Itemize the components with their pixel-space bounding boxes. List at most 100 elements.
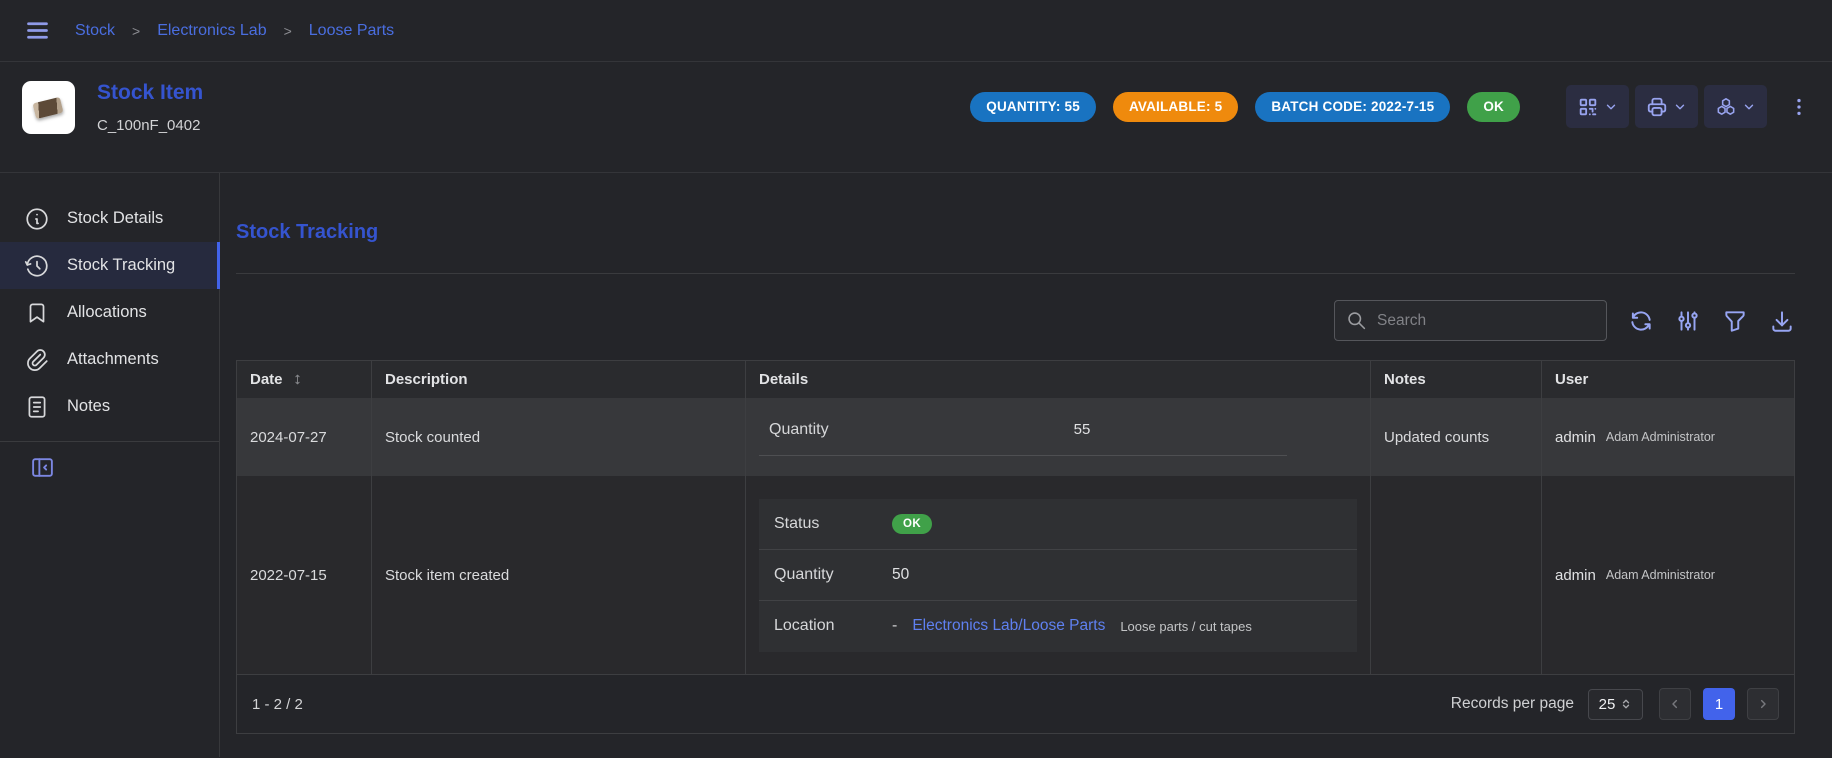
chevron-right-icon bbox=[1755, 696, 1771, 712]
status-ok-badge: OK bbox=[892, 514, 932, 534]
sidebar-item-label: Notes bbox=[67, 397, 110, 416]
main-panel: Stock Tracking bbox=[220, 173, 1832, 757]
search-box bbox=[1334, 300, 1607, 341]
sidebar-item-attachments[interactable]: Attachments bbox=[0, 336, 219, 383]
table-header-row: Date Description Details Notes User bbox=[237, 361, 1794, 398]
search-input[interactable] bbox=[1377, 312, 1595, 330]
cell-user: admin Adam Administrator bbox=[1541, 398, 1794, 476]
cell-date: 2022-07-15 bbox=[237, 476, 371, 674]
available-badge: AVAILABLE: 5 bbox=[1113, 92, 1238, 122]
table-toolbar bbox=[236, 300, 1795, 341]
sidebar-item-label: Attachments bbox=[67, 350, 159, 369]
quantity-badge: QUANTITY: 55 bbox=[970, 92, 1096, 122]
download-icon[interactable] bbox=[1769, 308, 1795, 334]
column-header-details: Details bbox=[745, 361, 1370, 398]
hamburger-menu-icon[interactable] bbox=[24, 17, 51, 44]
records-per-page-label: Records per page bbox=[1451, 695, 1574, 713]
pagination: 1 bbox=[1659, 688, 1779, 720]
detail-entry: Quantity 55 bbox=[759, 404, 1287, 456]
printer-icon bbox=[1646, 96, 1668, 118]
sidebar-item-label: Allocations bbox=[67, 303, 147, 322]
cell-description: Stock item created bbox=[371, 476, 745, 674]
cell-user: admin Adam Administrator bbox=[1541, 476, 1794, 674]
stock-actions-button[interactable] bbox=[1704, 85, 1767, 128]
column-header-description: Description bbox=[371, 361, 745, 398]
dash-text: - bbox=[892, 617, 897, 635]
header-actions bbox=[1566, 85, 1810, 128]
filter-icon[interactable] bbox=[1722, 308, 1748, 334]
page-1-button[interactable]: 1 bbox=[1703, 688, 1735, 720]
cell-description: Stock counted bbox=[371, 398, 745, 476]
barcode-actions-button[interactable] bbox=[1566, 85, 1629, 128]
notes-icon bbox=[24, 394, 50, 420]
user-fullname: Adam Administrator bbox=[1606, 430, 1715, 444]
detail-entry-quantity: Quantity 50 bbox=[759, 550, 1357, 601]
more-options-icon[interactable] bbox=[1788, 96, 1810, 118]
column-header-notes: Notes bbox=[1370, 361, 1541, 398]
refresh-icon[interactable] bbox=[1628, 308, 1654, 334]
detail-entry-location: Location - Electronics Lab/Loose Parts L… bbox=[759, 601, 1357, 652]
breadcrumb-loose-parts[interactable]: Loose Parts bbox=[309, 22, 394, 40]
topbar: Stock > Electronics Lab > Loose Parts bbox=[0, 0, 1832, 62]
paperclip-icon bbox=[24, 347, 50, 373]
table-row[interactable]: 2024-07-27 Stock counted Quantity 55 Upd… bbox=[237, 398, 1794, 476]
table-row[interactable]: 2022-07-15 Stock item created Status OK … bbox=[237, 476, 1794, 674]
chevron-down-icon bbox=[1673, 100, 1687, 114]
status-badges: QUANTITY: 55 AVAILABLE: 5 BATCH CODE: 20… bbox=[970, 92, 1520, 122]
info-circle-icon bbox=[24, 206, 50, 232]
sidebar-item-stock-tracking[interactable]: Stock Tracking bbox=[0, 242, 219, 289]
qrcode-icon bbox=[1577, 96, 1599, 118]
stock-tracking-table: Date Description Details Notes User 2024… bbox=[236, 360, 1795, 734]
bookmark-icon bbox=[24, 300, 50, 326]
location-description: Loose parts / cut tapes bbox=[1120, 619, 1252, 634]
detail-label: Quantity bbox=[759, 421, 877, 439]
table-footer: 1 - 2 / 2 Records per page 25 bbox=[237, 674, 1794, 733]
table-settings-icon[interactable] bbox=[1675, 308, 1701, 334]
page-title: Stock Item bbox=[97, 81, 203, 105]
sidebar-item-notes[interactable]: Notes bbox=[0, 383, 219, 430]
chevron-down-icon bbox=[1604, 100, 1618, 114]
page-size-select[interactable]: 25 bbox=[1588, 689, 1643, 720]
detail-value: 55 bbox=[877, 421, 1287, 438]
section-divider bbox=[236, 273, 1795, 274]
user-fullname: Adam Administrator bbox=[1606, 568, 1715, 582]
part-thumbnail[interactable] bbox=[22, 81, 75, 134]
item-summary: Stock Item C_100nF_0402 bbox=[22, 81, 203, 134]
column-header-user: User bbox=[1541, 361, 1794, 398]
breadcrumb-separator: > bbox=[132, 23, 140, 39]
previous-page-button[interactable] bbox=[1659, 688, 1691, 720]
sidebar-item-stock-details[interactable]: Stock Details bbox=[0, 195, 219, 242]
username: admin bbox=[1555, 429, 1596, 446]
column-header-date[interactable]: Date bbox=[237, 361, 371, 398]
sidebar-item-label: Stock Details bbox=[67, 209, 163, 228]
detail-label: Location bbox=[774, 617, 892, 635]
select-chevrons-icon bbox=[1620, 698, 1632, 710]
chevron-down-icon bbox=[1742, 100, 1756, 114]
sidebar-collapse-icon bbox=[30, 455, 219, 480]
page-header: Stock Item C_100nF_0402 QUANTITY: 55 AVA… bbox=[0, 62, 1832, 173]
sidebar-item-allocations[interactable]: Allocations bbox=[0, 289, 219, 336]
capacitor-image bbox=[32, 97, 63, 119]
section-title: Stock Tracking bbox=[236, 221, 1795, 244]
chevron-left-icon bbox=[1667, 696, 1683, 712]
location-link[interactable]: Electronics Lab/Loose Parts bbox=[912, 617, 1105, 635]
sort-icon bbox=[290, 372, 305, 387]
cell-notes: Updated counts bbox=[1370, 398, 1541, 476]
cell-details: Quantity 55 bbox=[745, 398, 1370, 476]
collapse-sidebar-button[interactable] bbox=[0, 455, 219, 480]
next-page-button[interactable] bbox=[1747, 688, 1779, 720]
sidebar-item-label: Stock Tracking bbox=[67, 256, 175, 275]
search-icon bbox=[1346, 310, 1367, 331]
print-actions-button[interactable] bbox=[1635, 85, 1698, 128]
breadcrumb-separator: > bbox=[284, 23, 292, 39]
breadcrumb-electronics-lab[interactable]: Electronics Lab bbox=[157, 22, 266, 40]
detail-label: Status bbox=[774, 515, 892, 533]
part-name: C_100nF_0402 bbox=[97, 117, 203, 134]
breadcrumb: Stock > Electronics Lab > Loose Parts bbox=[75, 22, 394, 40]
detail-value: 50 bbox=[892, 566, 909, 584]
breadcrumb-stock[interactable]: Stock bbox=[75, 22, 115, 40]
detail-label: Quantity bbox=[774, 566, 892, 584]
page-size-value: 25 bbox=[1599, 696, 1616, 713]
detail-entry-status: Status OK bbox=[759, 499, 1357, 550]
packages-icon bbox=[1715, 96, 1737, 118]
